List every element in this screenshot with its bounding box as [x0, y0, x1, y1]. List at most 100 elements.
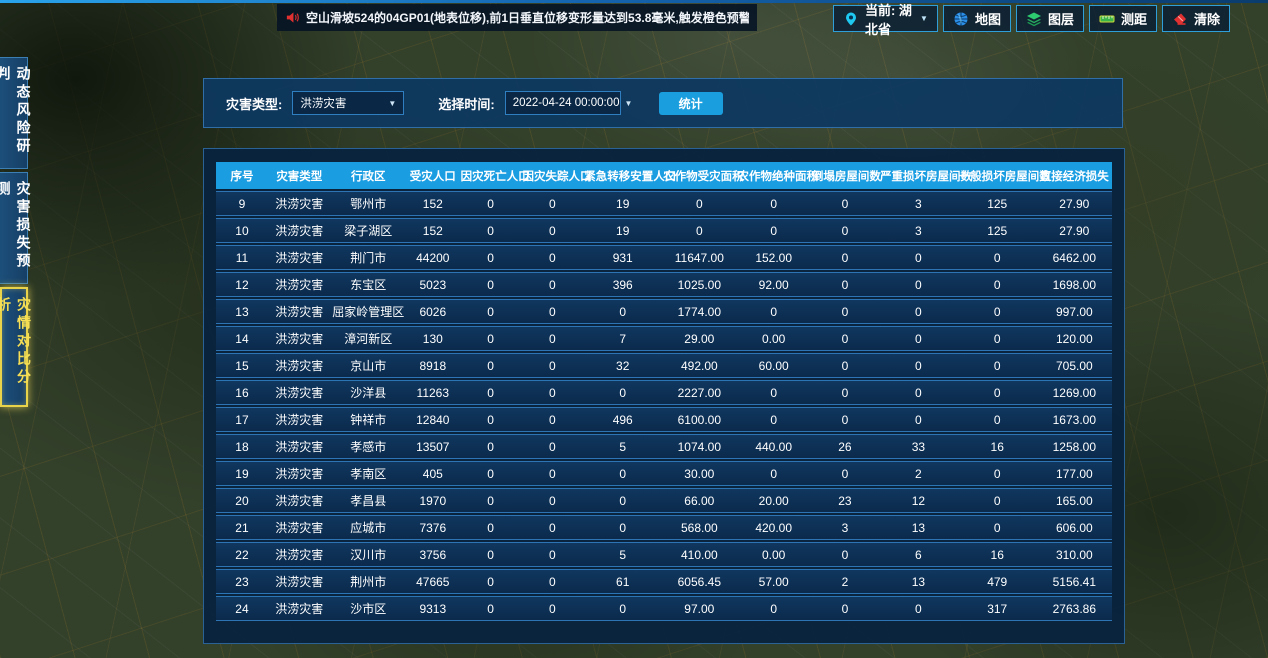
table-cell: 18 — [216, 434, 268, 459]
table-cell: 5023 — [406, 272, 460, 297]
table-cell: 33 — [879, 434, 958, 459]
column-header: 农作物绝种面积 — [737, 162, 811, 189]
table-cell: 13 — [879, 515, 958, 540]
table-cell: 2 — [879, 461, 958, 486]
table-row: 17洪涝灾害钟祥市12840004966100.0000001673.00 — [216, 407, 1112, 432]
table-cell: 47665 — [406, 569, 460, 594]
table-cell: 57.00 — [737, 569, 811, 594]
measure-button[interactable]: 测距 — [1089, 5, 1157, 32]
map-button[interactable]: 地图 — [943, 5, 1011, 32]
table-cell: 12 — [879, 488, 958, 513]
column-header: 紧急转移安置人口 — [583, 162, 662, 189]
table-cell: 0.00 — [737, 542, 811, 567]
column-header: 农作物受灾面积 — [662, 162, 736, 189]
table-row: 13洪涝灾害屈家岭管理区60260001774.000000997.00 — [216, 299, 1112, 324]
table-cell: 洪涝灾害 — [268, 596, 331, 621]
table-cell: 0 — [879, 245, 958, 270]
table-cell: 0 — [811, 326, 879, 351]
filter-panel: 灾害类型: 洪涝灾害 ▼ 选择时间: 2022-04-24 00:00:00 ▼… — [203, 78, 1123, 128]
table-cell: 2763.86 — [1037, 596, 1112, 621]
table-row: 15洪涝灾害京山市89180032492.0060.00000705.00 — [216, 353, 1112, 378]
location-pin-icon — [843, 11, 859, 27]
table-cell: 10 — [216, 218, 268, 243]
table-cell: 0 — [460, 461, 522, 486]
table-cell: 6056.45 — [662, 569, 736, 594]
region-selector[interactable]: 当前: 湖北省 ▼ — [833, 5, 938, 32]
table-cell: 26 — [811, 434, 879, 459]
column-header: 受灾人口 — [406, 162, 460, 189]
column-header: 因灾失踪人口 — [521, 162, 583, 189]
alert-ticker: 空山滑坡524的04GP01(地表位移),前1日垂直位移变形量达到53.8毫米,… — [277, 4, 757, 31]
disaster-type-select[interactable]: 洪涝灾害 ▼ — [292, 91, 404, 115]
comparison-table-panel: 序号灾害类型行政区受灾人口因灾死亡人口因灾失踪人口紧急转移安置人口农作物受灾面积… — [203, 148, 1125, 644]
table-cell: 6462.00 — [1037, 245, 1112, 270]
statistics-button[interactable]: 统计 — [659, 92, 723, 115]
table-cell: 5 — [583, 542, 662, 567]
table-cell: 洪涝灾害 — [268, 272, 331, 297]
table-cell: 61 — [583, 569, 662, 594]
table-cell: 0 — [583, 380, 662, 405]
table-cell: 漳河新区 — [331, 326, 406, 351]
table-cell: 0 — [662, 191, 736, 216]
chevron-down-icon: ▼ — [388, 99, 396, 108]
table-cell: 177.00 — [1037, 461, 1112, 486]
table-cell: 120.00 — [1037, 326, 1112, 351]
table-cell: 0 — [811, 542, 879, 567]
sidebar-item-loss-prediction[interactable]: 灾害损失预测 — [0, 172, 28, 284]
column-header: 行政区 — [331, 162, 406, 189]
alert-message: 空山滑坡524的04GP01(地表位移),前1日垂直位移变形量达到53.8毫米,… — [306, 9, 749, 26]
table-cell: 19 — [583, 191, 662, 216]
table-cell: 19 — [583, 218, 662, 243]
table-cell: 洪涝灾害 — [268, 488, 331, 513]
table-cell: 0 — [737, 407, 811, 432]
table-cell: 60.00 — [737, 353, 811, 378]
table-cell: 568.00 — [662, 515, 736, 540]
table-cell: 0 — [811, 299, 879, 324]
table-cell: 0 — [521, 380, 583, 405]
table-cell: 3 — [879, 218, 958, 243]
table-cell: 492.00 — [662, 353, 736, 378]
table-row: 22洪涝灾害汉川市3756005410.000.000616310.00 — [216, 542, 1112, 567]
table-cell: 15 — [216, 353, 268, 378]
ruler-icon — [1099, 11, 1115, 27]
table-cell: 310.00 — [1037, 542, 1112, 567]
table-cell: 0 — [460, 542, 522, 567]
table-cell: 152.00 — [737, 245, 811, 270]
table-cell: 0 — [811, 407, 879, 432]
clear-button[interactable]: 清除 — [1162, 5, 1230, 32]
table-cell: 0 — [811, 596, 879, 621]
layers-icon — [1026, 11, 1042, 27]
table-row: 24洪涝灾害沙市区931300097.000003172763.86 — [216, 596, 1112, 621]
top-accent-line — [0, 0, 1268, 3]
sidebar-item-dynamic-risk[interactable]: 动态风险研判 — [0, 57, 28, 169]
chevron-down-icon: ▼ — [920, 14, 928, 23]
table-cell: 11647.00 — [662, 245, 736, 270]
table-cell: 0 — [958, 353, 1037, 378]
table-cell: 0 — [879, 299, 958, 324]
sidebar-item-comparison-analysis[interactable]: 灾情对比分析 — [0, 287, 28, 407]
table-cell: 孝感市 — [331, 434, 406, 459]
table-cell: 0 — [460, 299, 522, 324]
table-cell: 6100.00 — [662, 407, 736, 432]
table-cell: 0 — [958, 515, 1037, 540]
table-row: 12洪涝灾害东宝区5023003961025.0092.000001698.00 — [216, 272, 1112, 297]
table-cell: 鄂州市 — [331, 191, 406, 216]
table-cell: 17 — [216, 407, 268, 432]
table-cell: 孝昌县 — [331, 488, 406, 513]
table-cell: 20 — [216, 488, 268, 513]
table-cell: 1970 — [406, 488, 460, 513]
table-cell: 荆州市 — [331, 569, 406, 594]
time-select[interactable]: 2022-04-24 00:00:00 ▼ — [505, 91, 621, 115]
table-cell: 931 — [583, 245, 662, 270]
table-cell: 12 — [216, 272, 268, 297]
table-row: 16洪涝灾害沙洋县112630002227.0000001269.00 — [216, 380, 1112, 405]
layers-button[interactable]: 图层 — [1016, 5, 1084, 32]
globe-icon — [953, 11, 969, 27]
table-cell: 0 — [521, 515, 583, 540]
table-cell: 0 — [958, 461, 1037, 486]
table-cell: 0 — [460, 515, 522, 540]
table-cell: 0 — [879, 380, 958, 405]
table-cell: 0 — [879, 353, 958, 378]
table-cell: 6 — [879, 542, 958, 567]
table-cell: 0 — [879, 272, 958, 297]
